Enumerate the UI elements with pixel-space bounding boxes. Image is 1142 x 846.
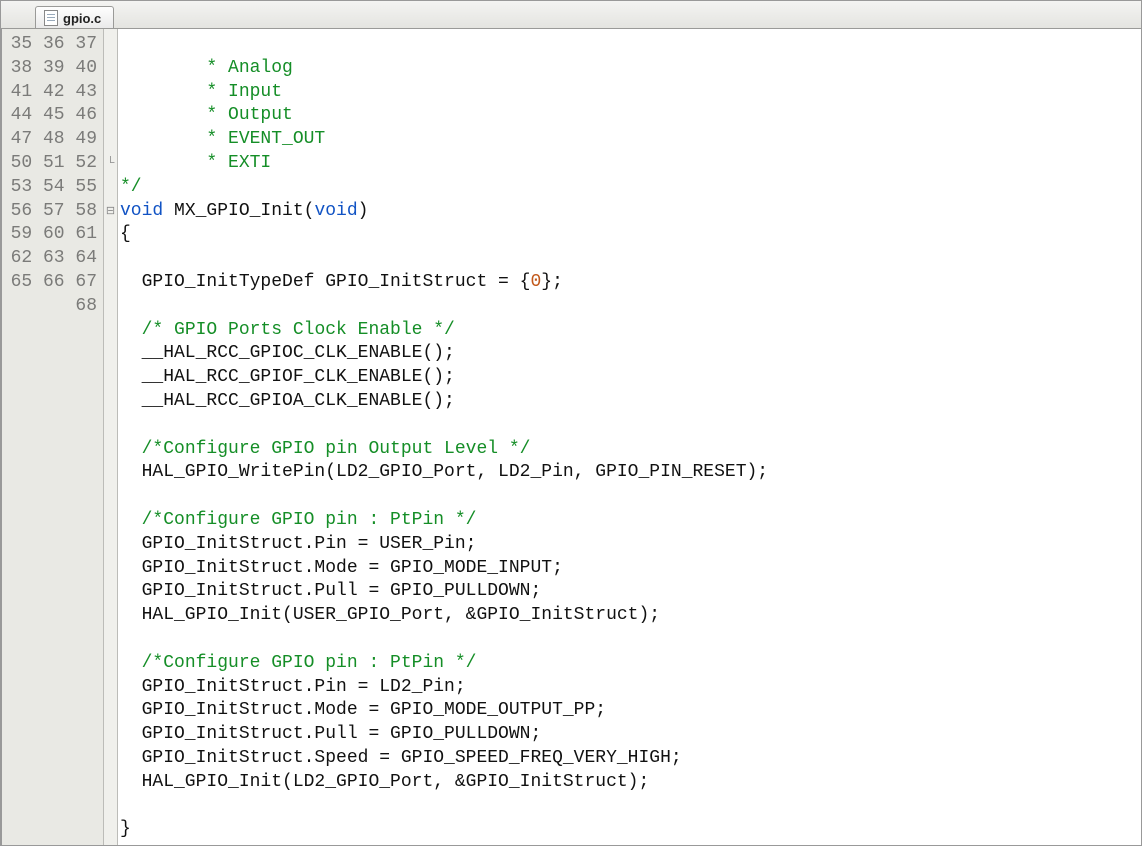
keyword-void: void <box>120 201 163 221</box>
comment: * Output <box>120 105 293 125</box>
code-text: GPIO_InitStruct.Mode = GPIO_MODE_OUTPUT_… <box>120 700 606 720</box>
code-text: __HAL_RCC_GPIOA_CLK_ENABLE(); <box>120 391 455 411</box>
code-text: } <box>120 819 131 839</box>
keyword-void: void <box>314 201 357 221</box>
code-text: __HAL_RCC_GPIOF_CLK_ENABLE(); <box>120 367 455 387</box>
comment: /* GPIO Ports Clock Enable */ <box>142 320 455 340</box>
code-text: ) <box>358 201 369 221</box>
code-text: GPIO_InitStruct.Mode = GPIO_MODE_INPUT; <box>120 558 563 578</box>
code-text: { <box>120 224 131 244</box>
code-text: GPIO_InitStruct.Pin = LD2_Pin; <box>120 677 466 697</box>
comment: * Input <box>120 82 282 102</box>
number-literal: 0 <box>530 272 541 292</box>
code-text: HAL_GPIO_Init(LD2_GPIO_Port, &GPIO_InitS… <box>120 772 649 792</box>
comment: */ <box>120 177 142 197</box>
comment: /*Configure GPIO pin : PtPin */ <box>142 653 477 673</box>
fold-column[interactable]: └ ⊟ <box>104 29 118 845</box>
tab-bar: gpio.c <box>1 1 1141 29</box>
comment: * EVENT_OUT <box>120 129 325 149</box>
code-text: GPIO_InitStruct.Pin = USER_Pin; <box>120 534 476 554</box>
code-text: __HAL_RCC_GPIOC_CLK_ENABLE(); <box>120 343 455 363</box>
code-text: }; <box>541 272 563 292</box>
line-number-gutter[interactable]: 35 36 37 38 39 40 41 42 43 44 45 46 47 4… <box>2 29 104 845</box>
code-text: HAL_GPIO_WritePin(LD2_GPIO_Port, LD2_Pin… <box>120 462 768 482</box>
comment: /*Configure GPIO pin Output Level */ <box>142 439 531 459</box>
comment: * EXTI <box>120 153 271 173</box>
file-tab[interactable]: gpio.c <box>35 6 114 28</box>
code-area[interactable]: * Analog * Input * Output * EVENT_OUT * … <box>118 29 1141 845</box>
file-tab-label: gpio.c <box>63 11 101 26</box>
code-text: GPIO_InitTypeDef GPIO_InitStruct = { <box>120 272 530 292</box>
comment: /*Configure GPIO pin : PtPin */ <box>142 510 477 530</box>
code-text: GPIO_InitStruct.Speed = GPIO_SPEED_FREQ_… <box>120 748 682 768</box>
comment: * Analog <box>120 58 293 78</box>
code-text: HAL_GPIO_Init(USER_GPIO_Port, &GPIO_Init… <box>120 605 660 625</box>
file-icon <box>44 10 58 26</box>
editor: 35 36 37 38 39 40 41 42 43 44 45 46 47 4… <box>1 29 1141 845</box>
code-text: GPIO_InitStruct.Pull = GPIO_PULLDOWN; <box>120 581 541 601</box>
code-text: MX_GPIO_Init( <box>163 201 314 221</box>
code-text: GPIO_InitStruct.Pull = GPIO_PULLDOWN; <box>120 724 541 744</box>
